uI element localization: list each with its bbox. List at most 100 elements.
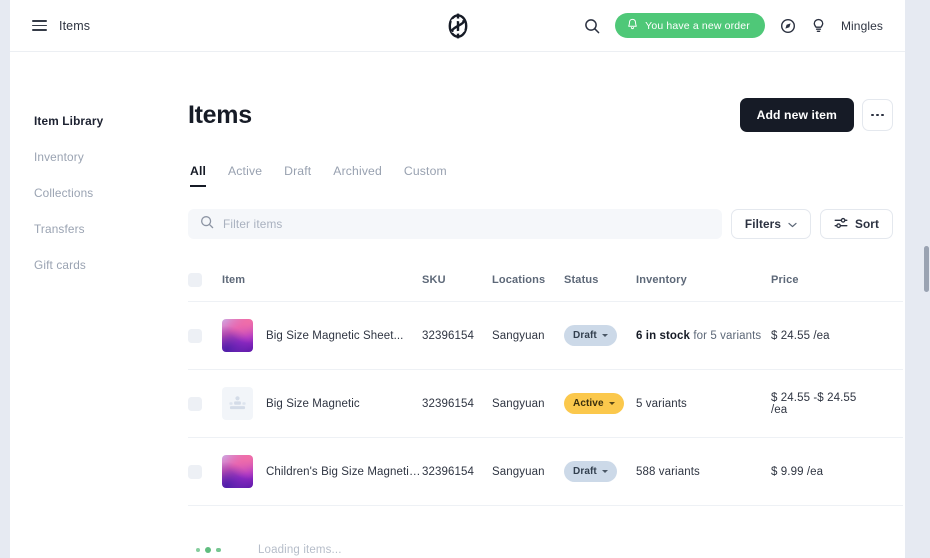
header-price[interactable]: Price bbox=[771, 273, 871, 302]
header-select-all bbox=[188, 273, 222, 302]
more-options-button[interactable] bbox=[862, 99, 893, 131]
loading-text: Loading items... bbox=[258, 544, 342, 556]
sidebar-item-inventory[interactable]: Inventory bbox=[26, 150, 173, 164]
brand-s-logo-icon[interactable] bbox=[445, 11, 471, 41]
inventory-variants: for 5 variants bbox=[690, 329, 762, 342]
top-navigation-bar: Items You have a new order Mingles bbox=[10, 0, 905, 52]
new-order-text: You have a new order bbox=[645, 19, 750, 32]
search-icon bbox=[200, 215, 214, 234]
lightbulb-icon[interactable] bbox=[811, 18, 826, 34]
sort-button[interactable]: Sort bbox=[820, 209, 893, 239]
page-body: Item Library Inventory Collections Trans… bbox=[10, 52, 905, 558]
row-sku: 32396154 bbox=[422, 369, 492, 438]
row-checkbox[interactable] bbox=[188, 396, 202, 411]
sidebar-item-item-library[interactable]: Item Library bbox=[26, 114, 173, 128]
header-status[interactable]: Status bbox=[564, 273, 636, 302]
row-item-cell: Big Size Magnetic Sheet... bbox=[222, 301, 422, 370]
row-select-cell bbox=[188, 301, 222, 370]
search-box[interactable] bbox=[188, 209, 722, 239]
page-header: Items Add new item bbox=[188, 52, 893, 132]
page-scrollbar[interactable] bbox=[922, 0, 930, 558]
table-row[interactable]: Big Size Magnetic 32396154 Sangyuan Acti… bbox=[188, 369, 903, 438]
row-item-cell: Children's Big Size Magnetic She... bbox=[222, 437, 422, 506]
status-badge[interactable]: Draft bbox=[564, 325, 617, 346]
tab-all[interactable]: All bbox=[190, 164, 207, 187]
tab-archived[interactable]: Archived bbox=[333, 164, 382, 187]
item-thumbnail-icon bbox=[222, 319, 253, 352]
sidebar-item-gift-cards[interactable]: Gift cards bbox=[26, 258, 173, 272]
status-badge[interactable]: Active bbox=[564, 393, 624, 414]
row-price: $ 24.55 -$ 24.55 /ea bbox=[771, 369, 871, 438]
search-icon[interactable] bbox=[584, 18, 600, 34]
row-checkbox[interactable] bbox=[188, 328, 202, 343]
header-sku[interactable]: SKU bbox=[422, 273, 492, 302]
table-row[interactable]: Children's Big Size Magnetic She... 3239… bbox=[188, 437, 903, 506]
app-window: Items You have a new order Mingles Item … bbox=[10, 0, 905, 558]
row-status-cell: Active bbox=[564, 369, 636, 438]
item-name[interactable]: Big Size Magnetic bbox=[266, 398, 360, 410]
bell-icon bbox=[627, 18, 638, 33]
chevron-down-icon bbox=[608, 402, 615, 405]
topbar-left-group: Items bbox=[10, 19, 90, 33]
item-name[interactable]: Big Size Magnetic Sheet... bbox=[266, 330, 403, 342]
hamburger-icon[interactable] bbox=[32, 19, 47, 32]
row-end-cell bbox=[871, 369, 903, 438]
items-table-header: Item SKU Locations Status Inventory Pric… bbox=[188, 273, 903, 302]
row-sku: 32396154 bbox=[422, 437, 492, 506]
compass-icon[interactable] bbox=[780, 18, 796, 34]
row-inventory: 588 variants bbox=[636, 437, 771, 506]
row-location: Sangyuan bbox=[492, 369, 564, 438]
status-badge-label: Active bbox=[573, 398, 604, 409]
row-item-cell: Big Size Magnetic bbox=[222, 369, 422, 438]
status-tabs: All Active Draft Archived Custom bbox=[188, 164, 893, 187]
loading-indicator: Loading items... bbox=[188, 544, 893, 556]
inventory-variants: 588 variants bbox=[636, 465, 700, 478]
select-all-checkbox[interactable] bbox=[188, 273, 202, 287]
row-sku: 32396154 bbox=[422, 301, 492, 370]
table-row[interactable]: Big Size Magnetic Sheet... 32396154 Sang… bbox=[188, 301, 903, 370]
tab-draft[interactable]: Draft bbox=[284, 164, 311, 187]
page-title: Items bbox=[188, 100, 252, 129]
table-header-row: Item SKU Locations Status Inventory Pric… bbox=[188, 273, 903, 302]
loading-dots-icon bbox=[196, 547, 258, 553]
tab-custom[interactable]: Custom bbox=[404, 164, 447, 187]
row-status-cell: Draft bbox=[564, 301, 636, 370]
row-inventory: 5 variants bbox=[636, 369, 771, 438]
header-inventory[interactable]: Inventory bbox=[636, 273, 771, 302]
items-table-body: Big Size Magnetic Sheet... 32396154 Sang… bbox=[188, 301, 903, 506]
add-new-item-button[interactable]: Add new item bbox=[739, 98, 854, 132]
image-placeholder-icon bbox=[222, 387, 253, 420]
row-end-cell bbox=[871, 301, 903, 370]
item-name[interactable]: Children's Big Size Magnetic She... bbox=[266, 466, 422, 478]
sidebar-navigation: Item Library Inventory Collections Trans… bbox=[10, 52, 173, 558]
chevron-down-icon bbox=[601, 470, 608, 473]
header-item[interactable]: Item bbox=[222, 273, 422, 302]
tab-active[interactable]: Active bbox=[228, 164, 262, 187]
chevron-down-icon bbox=[788, 217, 797, 231]
page-header-actions: Add new item bbox=[739, 98, 893, 132]
header-add-column bbox=[871, 273, 903, 302]
row-price: $ 9.99 /ea bbox=[771, 437, 871, 506]
topbar-section-label[interactable]: Items bbox=[59, 19, 90, 33]
main-content: Items Add new item All Active Draft Arch… bbox=[173, 52, 905, 558]
sidebar-item-collections[interactable]: Collections bbox=[26, 186, 173, 200]
user-account-name[interactable]: Mingles bbox=[841, 19, 883, 33]
row-select-cell bbox=[188, 437, 222, 506]
header-locations[interactable]: Locations bbox=[492, 273, 564, 302]
row-status-cell: Draft bbox=[564, 437, 636, 506]
scrollbar-thumb[interactable] bbox=[924, 246, 929, 292]
row-inventory: 6 in stock for 5 variants bbox=[636, 301, 771, 370]
filters-label: Filters bbox=[744, 217, 781, 231]
row-end-cell bbox=[871, 437, 903, 506]
row-checkbox[interactable] bbox=[188, 464, 202, 479]
inventory-variants: 5 variants bbox=[636, 397, 687, 410]
new-order-notification-pill[interactable]: You have a new order bbox=[615, 13, 765, 38]
row-select-cell bbox=[188, 369, 222, 438]
sidebar-item-transfers[interactable]: Transfers bbox=[26, 222, 173, 236]
filter-toolbar: Filters bbox=[188, 209, 893, 239]
filters-button[interactable]: Filters bbox=[730, 209, 811, 239]
status-badge[interactable]: Draft bbox=[564, 461, 617, 482]
status-badge-label: Draft bbox=[573, 466, 597, 477]
search-input[interactable] bbox=[223, 217, 710, 231]
row-location: Sangyuan bbox=[492, 437, 564, 506]
